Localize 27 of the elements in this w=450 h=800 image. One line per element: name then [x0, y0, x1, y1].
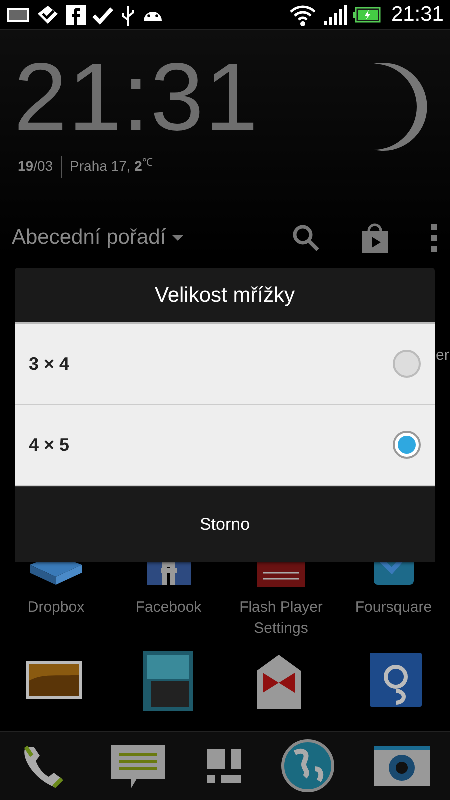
signal-icon: [323, 4, 348, 24]
cancel-button[interactable]: Storno: [15, 486, 435, 562]
app-label[interactable]: Facebook: [121, 597, 216, 618]
caret-icon: [172, 234, 184, 242]
sort-dropdown[interactable]: Abecední pořadí: [12, 222, 184, 254]
radio-button[interactable]: [393, 431, 421, 459]
radio-button[interactable]: [393, 350, 421, 378]
app-label[interactable]: Dropbox: [8, 597, 104, 618]
date-text: 19/03: [18, 157, 54, 176]
app-label[interactable]: Foursquare: [346, 597, 442, 618]
shopping-bag-icon[interactable]: [360, 223, 390, 253]
battery-charging-icon: [353, 6, 382, 22]
usb-icon: [120, 4, 136, 26]
apps-grid-icon[interactable]: [206, 749, 241, 783]
app-label[interactable]: Flash Player Settings: [234, 597, 329, 639]
facebook-icon: [66, 4, 86, 24]
globe-icon[interactable]: [280, 739, 335, 793]
weather-text: Praha 17, 2$^{℃}$: [70, 156, 152, 176]
grid-size-option[interactable]: 4 × 5: [15, 405, 435, 486]
camera-icon[interactable]: [374, 744, 430, 788]
status-time: 21:31: [391, 2, 444, 28]
double-check-icon: [36, 4, 60, 26]
menu-icon[interactable]: [430, 223, 438, 253]
grid-size-option[interactable]: 3 × 4: [15, 324, 435, 405]
clock-time: 21:31: [14, 50, 260, 146]
app-label: er: [436, 346, 450, 366]
search-icon[interactable]: [292, 224, 320, 252]
